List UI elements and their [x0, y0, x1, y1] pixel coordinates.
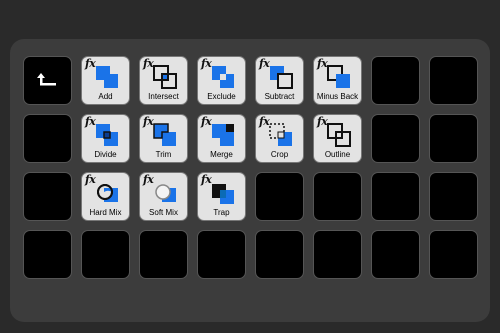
empty-key[interactable]: [139, 230, 188, 279]
hard-mix-icon: [97, 184, 118, 202]
divide-button[interactable]: fx Divide: [81, 114, 130, 163]
merge-button[interactable]: fx Merge: [197, 114, 246, 163]
back-key[interactable]: [23, 56, 72, 105]
empty-key[interactable]: [429, 230, 478, 279]
key-grid: fx Add fx Intersect fx Exclude fx Subtra…: [23, 56, 478, 279]
empty-key[interactable]: [313, 172, 362, 221]
add-button[interactable]: fx Add: [81, 56, 130, 105]
outline-button[interactable]: fx Outline: [313, 114, 362, 163]
trap-icon: [212, 184, 234, 204]
empty-key[interactable]: [429, 172, 478, 221]
back-arrow-icon: [37, 73, 56, 86]
trim-label: Trim: [155, 150, 172, 159]
add-icon: [96, 66, 118, 88]
hard-mix-label: Hard Mix: [89, 208, 122, 217]
exclude-button[interactable]: fx Exclude: [197, 56, 246, 105]
soft-mix-button[interactable]: fx Soft Mix: [139, 172, 188, 221]
empty-key[interactable]: [371, 172, 420, 221]
empty-key[interactable]: [371, 56, 420, 105]
empty-key[interactable]: [255, 172, 304, 221]
minus-back-button[interactable]: fx Minus Back: [313, 56, 362, 105]
trim-button[interactable]: fx Trim: [139, 114, 188, 163]
outline-label: Outline: [324, 150, 351, 159]
trap-label: Trap: [213, 208, 230, 217]
trim-icon: [153, 123, 176, 146]
outline-icon: [327, 123, 351, 147]
empty-key[interactable]: [429, 56, 478, 105]
exclude-label: Exclude: [207, 92, 236, 101]
empty-key[interactable]: [23, 114, 72, 163]
intersect-label: Intersect: [148, 92, 179, 101]
intersect-icon: [153, 65, 177, 89]
trap-button[interactable]: fx Trap: [197, 172, 246, 221]
empty-key[interactable]: [197, 230, 246, 279]
empty-key[interactable]: [255, 230, 304, 279]
soft-mix-label: Soft Mix: [149, 208, 178, 217]
minus-back-icon: [327, 65, 350, 88]
subtract-button[interactable]: fx Subtract: [255, 56, 304, 105]
empty-key[interactable]: [81, 230, 130, 279]
crop-icon: [269, 123, 292, 146]
hard-mix-button[interactable]: fx Hard Mix: [81, 172, 130, 221]
merge-label: Merge: [210, 150, 233, 159]
divide-label: Divide: [94, 150, 117, 159]
intersect-button[interactable]: fx Intersect: [139, 56, 188, 105]
empty-key[interactable]: [23, 230, 72, 279]
empty-key[interactable]: [23, 172, 72, 221]
empty-key[interactable]: [371, 114, 420, 163]
exclude-icon: [212, 66, 234, 88]
subtract-icon: [270, 66, 293, 89]
minus-back-label: Minus Back: [316, 92, 359, 101]
empty-key[interactable]: [429, 114, 478, 163]
subtract-label: Subtract: [264, 92, 295, 101]
merge-icon: [212, 124, 234, 146]
divide-icon: [96, 124, 118, 146]
empty-key[interactable]: [313, 230, 362, 279]
crop-button[interactable]: fx Crop: [255, 114, 304, 163]
empty-key[interactable]: [371, 230, 420, 279]
add-label: Add: [98, 92, 113, 101]
crop-label: Crop: [270, 150, 289, 159]
soft-mix-icon: [155, 184, 176, 202]
